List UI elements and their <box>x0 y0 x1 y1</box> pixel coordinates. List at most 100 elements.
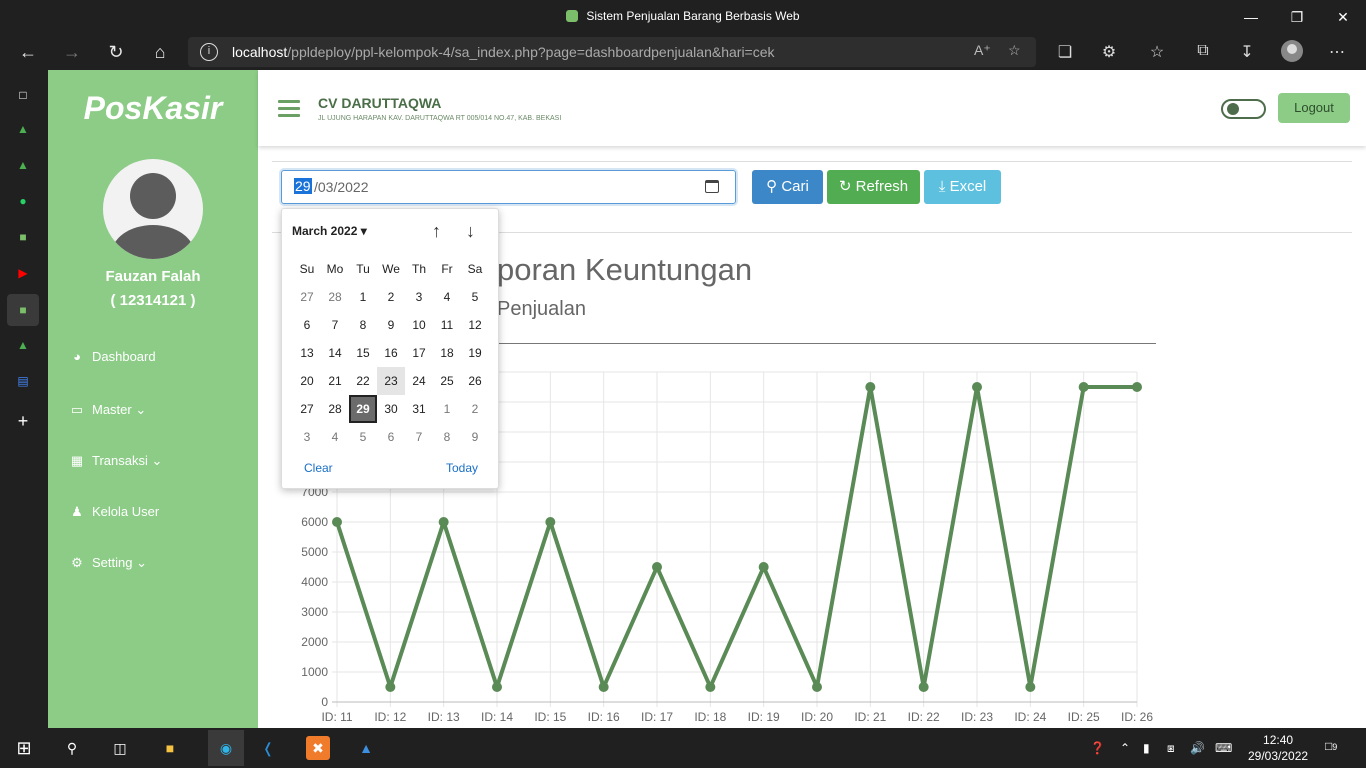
calendar-day[interactable]: 8 <box>433 423 461 451</box>
forward-button[interactable]: → <box>60 40 84 64</box>
profile-avatar[interactable] <box>1281 40 1303 62</box>
calendar-day[interactable]: 14 <box>321 339 349 367</box>
calendar-day[interactable]: 9 <box>377 311 405 339</box>
calendar-day[interactable]: 30 <box>377 395 405 423</box>
collections-icon[interactable]: ❏ <box>1054 42 1076 62</box>
tab-actions-icon[interactable]: □ <box>12 84 34 106</box>
calendar-day[interactable]: 28 <box>321 395 349 423</box>
task-view-icon[interactable]: ◫ <box>108 736 132 760</box>
refresh-button[interactable]: ↻ Refresh <box>827 170 920 204</box>
sidebar-item-master[interactable]: ▭ Master ⌄ <box>68 399 146 421</box>
calendar-day[interactable]: 17 <box>405 339 433 367</box>
photos-icon[interactable]: ▲ <box>354 736 378 760</box>
calendar-icon[interactable] <box>705 180 719 193</box>
calendar-day[interactable]: 15 <box>349 339 377 367</box>
tab-youtube-icon[interactable]: ▶ <box>12 262 34 284</box>
calendar-day[interactable]: 3 <box>405 283 433 311</box>
today-button[interactable]: Today <box>446 461 478 475</box>
calendar-day[interactable]: 22 <box>349 367 377 395</box>
home-button[interactable]: ⌂ <box>148 40 172 64</box>
tab-drive-icon[interactable]: ▲ <box>12 118 34 140</box>
more-menu-icon[interactable]: ⋯ <box>1326 42 1348 62</box>
calendar-day[interactable]: 10 <box>405 311 433 339</box>
calendar-day[interactable]: 13 <box>293 339 321 367</box>
calendar-day[interactable]: 21 <box>321 367 349 395</box>
help-icon[interactable]: ❓ <box>1090 741 1105 755</box>
tab-site-icon[interactable]: ■ <box>12 226 34 248</box>
previous-month-button[interactable]: ↑ <box>432 221 441 242</box>
downloads-icon[interactable]: ↧ <box>1236 42 1258 62</box>
calendar-day[interactable]: 27 <box>293 283 321 311</box>
hamburger-menu-icon[interactable] <box>278 100 300 118</box>
calendar-day[interactable]: 11 <box>433 311 461 339</box>
minimize-button[interactable]: — <box>1240 6 1262 28</box>
notification-icon[interactable]: □9 <box>1325 739 1337 753</box>
tab-whatsapp-icon[interactable]: ● <box>12 190 34 212</box>
calendar-day[interactable]: 26 <box>461 367 489 395</box>
calendar-day[interactable]: 5 <box>349 423 377 451</box>
tab-docs-icon[interactable]: ▤ <box>12 370 34 392</box>
calendar-day[interactable]: 19 <box>461 339 489 367</box>
sidebar-item-setting[interactable]: ⚙ Setting ⌄ <box>68 552 147 574</box>
calendar-day[interactable]: 1 <box>349 283 377 311</box>
logout-button[interactable]: Logout <box>1278 93 1350 123</box>
calendar-day[interactable]: 6 <box>293 311 321 339</box>
vscode-icon[interactable]: ❬ <box>256 736 280 760</box>
calendar-day[interactable]: 8 <box>349 311 377 339</box>
cari-button[interactable]: ⚲ Cari <box>752 170 823 204</box>
url-field[interactable]: i localhost/ppldeploy/ppl-kelompok-4/sa_… <box>188 37 1036 67</box>
calendar-day[interactable]: 4 <box>433 283 461 311</box>
next-month-button[interactable]: ↓ <box>466 221 475 242</box>
favorites-icon[interactable]: ☆ <box>1146 42 1168 62</box>
calendar-day[interactable]: 25 <box>433 367 461 395</box>
close-window-button[interactable]: ✕ <box>1332 6 1354 28</box>
file-explorer-icon[interactable]: ■ <box>158 736 182 760</box>
back-button[interactable]: ← <box>16 40 40 64</box>
search-icon[interactable]: ⚲ <box>60 736 84 760</box>
calendar-day[interactable]: 27 <box>293 395 321 423</box>
site-info-icon[interactable]: i <box>200 43 218 61</box>
calendar-day[interactable]: 20 <box>293 367 321 395</box>
edge-browser-icon[interactable]: ◉ <box>208 730 244 766</box>
extensions-icon[interactable]: ⚙ <box>1098 42 1120 62</box>
battery-icon[interactable]: ▮ <box>1143 741 1150 755</box>
month-selector[interactable]: March 2022 ▾ <box>292 224 367 238</box>
sidebar-item-kelola-user[interactable]: ♟ Kelola User <box>68 501 159 523</box>
windows-start-icon[interactable]: ⊞ <box>12 736 36 760</box>
reload-button[interactable]: ↻ <box>104 40 128 64</box>
system-clock[interactable]: 12:40 29/03/2022 <box>1248 732 1308 764</box>
favorite-add-icon[interactable]: ☆ <box>1008 42 1021 59</box>
calendar-day[interactable]: 24 <box>405 367 433 395</box>
calendar-day[interactable]: 1 <box>433 395 461 423</box>
restore-button[interactable]: ❐ <box>1286 6 1308 28</box>
tab-actions-icon[interactable]: ⧉ <box>1192 42 1214 60</box>
new-tab-icon[interactable]: + <box>12 410 34 432</box>
calendar-day[interactable]: 3 <box>293 423 321 451</box>
clear-date-button[interactable]: Clear <box>304 461 333 475</box>
calendar-day[interactable]: 5 <box>461 283 489 311</box>
calendar-day[interactable]: 16 <box>377 339 405 367</box>
sidebar-item-dashboard[interactable]: ◕ Dashboard <box>68 346 156 368</box>
calendar-day[interactable]: 12 <box>461 311 489 339</box>
calendar-day[interactable]: 9 <box>461 423 489 451</box>
sidebar-item-transaksi[interactable]: ▦ Transaksi ⌄ <box>68 450 163 472</box>
tab-drive-icon[interactable]: ▲ <box>12 334 34 356</box>
chevron-up-icon[interactable]: ⌃ <box>1120 741 1130 755</box>
calendar-day[interactable]: 28 <box>321 283 349 311</box>
volume-icon[interactable]: 🔊 <box>1190 741 1205 755</box>
tab-drive-icon[interactable]: ▲ <box>12 154 34 176</box>
calendar-day[interactable]: 2 <box>461 395 489 423</box>
calendar-day[interactable]: 6 <box>377 423 405 451</box>
calendar-day-hovered[interactable]: 23 <box>377 367 405 395</box>
xampp-icon[interactable]: ✖ <box>306 736 330 760</box>
excel-button[interactable]: ⤓ Excel <box>924 170 1001 204</box>
calendar-day[interactable]: 7 <box>321 311 349 339</box>
wifi-icon[interactable]: ⧆ <box>1167 741 1175 756</box>
date-input[interactable]: 29 /03/2022 <box>281 170 736 204</box>
calendar-day-selected[interactable]: 29 <box>349 395 377 423</box>
keyboard-icon[interactable]: ⌨ <box>1215 741 1232 755</box>
read-aloud-icon[interactable]: A⁺ <box>974 42 991 59</box>
calendar-day[interactable]: 31 <box>405 395 433 423</box>
calendar-day[interactable]: 4 <box>321 423 349 451</box>
theme-toggle[interactable] <box>1221 99 1266 119</box>
